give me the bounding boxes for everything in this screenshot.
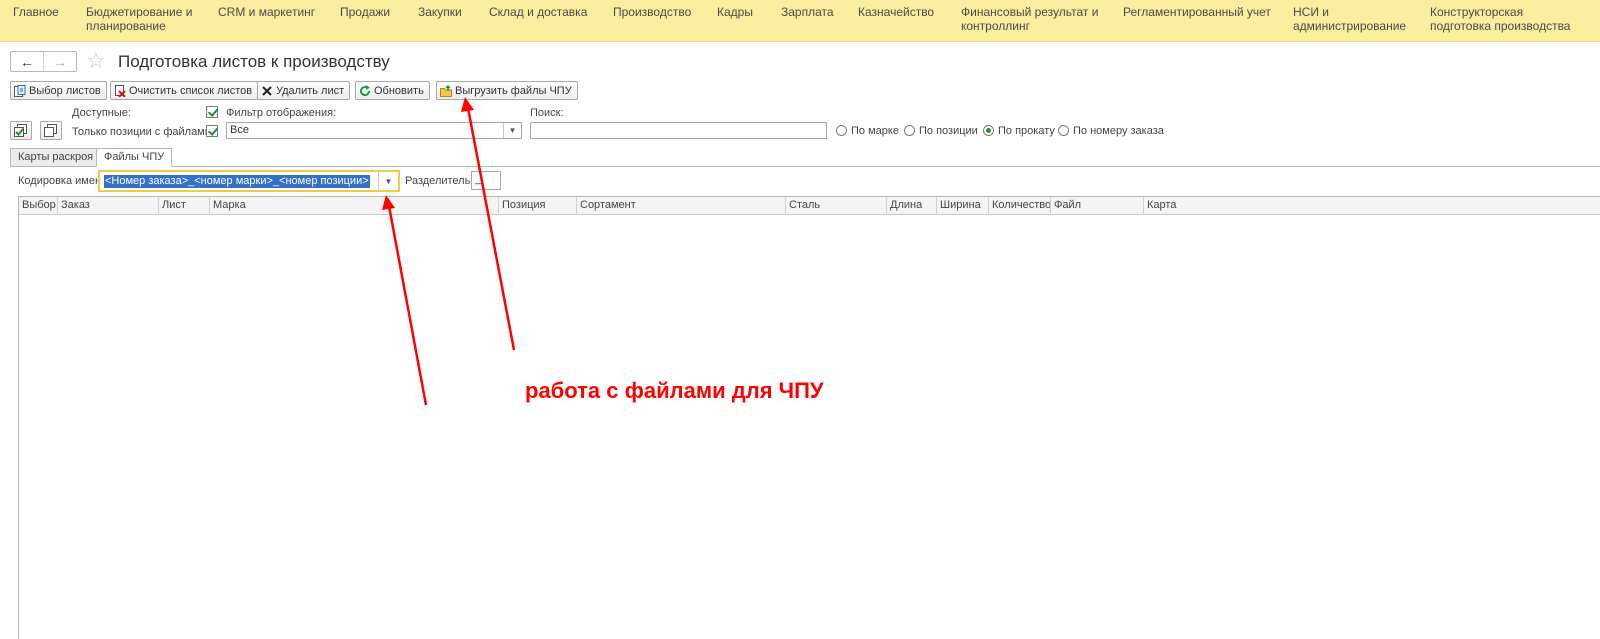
arrow-to-encoding-field <box>382 195 428 406</box>
arrow-to-export-button <box>461 97 516 351</box>
annotation-arrows <box>382 97 516 406</box>
annotation-text: работа с файлами для ЧПУ <box>525 378 824 403</box>
